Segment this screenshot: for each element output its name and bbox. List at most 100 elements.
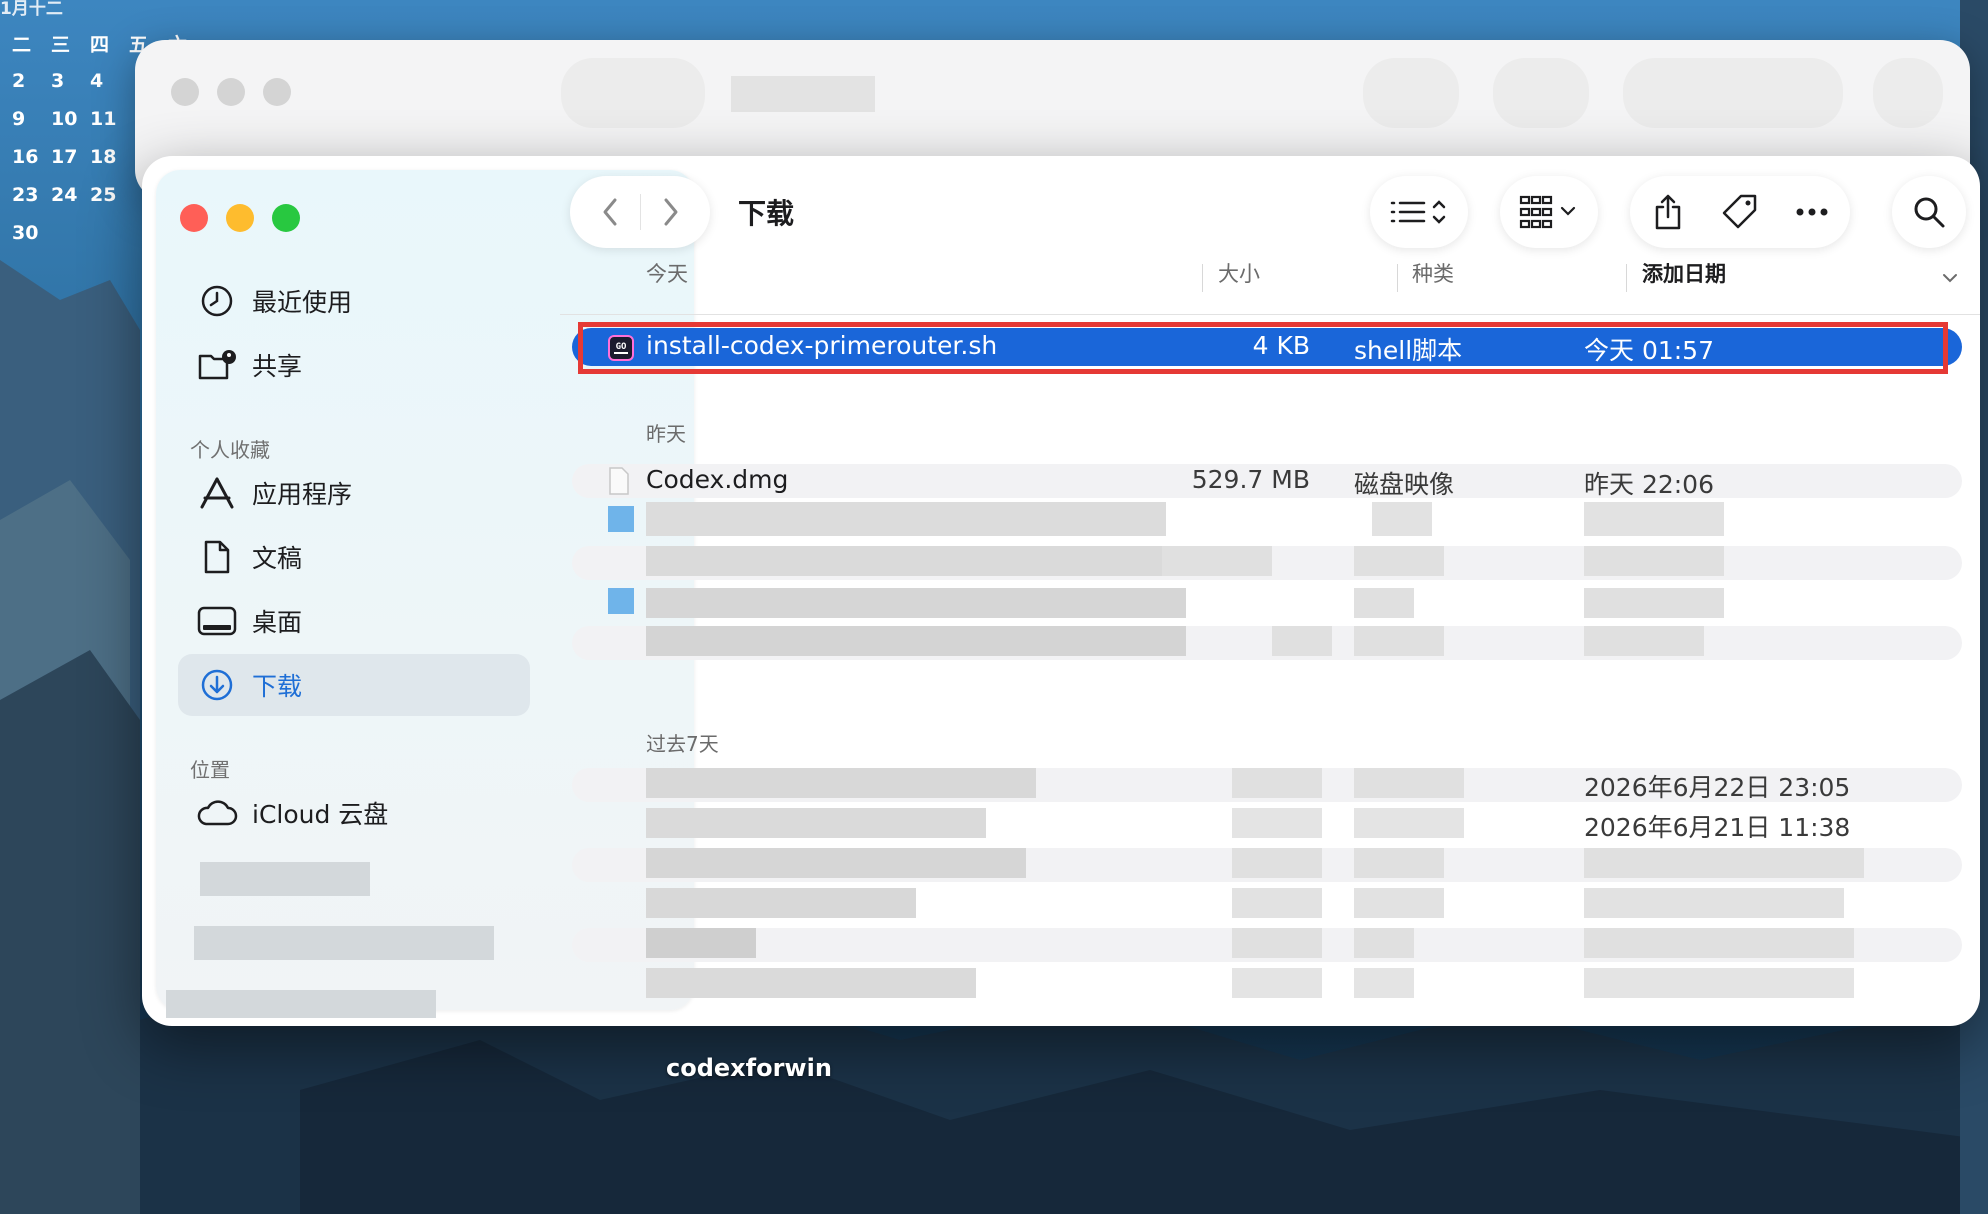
sidebar-item-label: 文稿 <box>252 544 303 573</box>
back-forward-pill[interactable] <box>561 58 705 128</box>
file-row-blurred[interactable] <box>572 888 1962 922</box>
column-header-name[interactable]: 今天 <box>646 258 688 288</box>
more-button[interactable] <box>1776 207 1848 217</box>
sidebar-item-label: 下载 <box>252 672 303 701</box>
desktop-icon <box>196 600 238 642</box>
header-divider <box>560 314 1980 315</box>
sidebar-item-shared[interactable]: 共享 <box>178 334 533 396</box>
file-row[interactable]: 2026年6月22日 23:05 <box>572 768 1962 802</box>
calendar-title: 1月十二 <box>0 0 63 19</box>
actions-pill[interactable] <box>1623 58 1843 128</box>
file-row-blurred[interactable] <box>572 502 1962 540</box>
file-row-blurred[interactable] <box>572 928 1962 962</box>
calendar-week: 23 24 25 <box>12 184 129 206</box>
tag-icon <box>1722 194 1757 229</box>
day: 23 <box>12 184 39 206</box>
shared-folder-icon <box>196 344 238 386</box>
file-date: 2026年6月21日 11:38 <box>1584 813 1851 842</box>
calendar-week: 16 17 18 <box>12 146 129 168</box>
day: 10 <box>51 108 78 130</box>
close-button-inactive[interactable] <box>171 78 199 106</box>
file-name: Codex.dmg <box>646 465 789 494</box>
file-date: 2026年6月22日 23:05 <box>1584 773 1851 802</box>
group-header-past7: 过去7天 <box>646 732 719 756</box>
navigation-pill <box>570 176 710 248</box>
column-header-size[interactable]: 大小 <box>1218 258 1260 288</box>
window-title: 下载 <box>738 197 795 230</box>
sidebar-item-label: iCloud 云盘 <box>252 800 389 829</box>
zoom-button-inactive[interactable] <box>263 78 291 106</box>
file-row[interactable]: Codex.dmg 529.7 MB 磁盘映像 昨天 22:06 <box>572 464 1962 499</box>
column-divider[interactable] <box>1626 264 1627 292</box>
ellipsis-icon <box>1796 208 1828 216</box>
file-row-blurred[interactable] <box>572 546 1962 580</box>
file-size: 529.7 MB <box>1191 465 1310 494</box>
tag-button[interactable] <box>1704 193 1776 231</box>
view-options-pill[interactable] <box>1363 58 1459 128</box>
sidebar-item-recents[interactable]: 最近使用 <box>178 270 533 332</box>
zoom-button[interactable] <box>272 204 300 232</box>
share-icon <box>1655 194 1681 230</box>
day: 4 <box>90 70 104 92</box>
dmg-file-icon <box>608 467 630 495</box>
file-date: 昨天 22:06 <box>1584 470 1714 499</box>
day: 24 <box>51 184 78 206</box>
list-view-icon <box>1390 200 1446 224</box>
group-header-yesterday: 昨天 <box>646 422 686 446</box>
sidebar-item-label: 最近使用 <box>252 288 353 317</box>
column-divider[interactable] <box>1202 264 1203 292</box>
search-pill[interactable] <box>1873 58 1943 128</box>
file-row-blurred[interactable] <box>572 588 1962 622</box>
column-divider[interactable] <box>1397 264 1398 292</box>
day: 25 <box>90 184 117 206</box>
desktop-folder-label[interactable]: codexforwin <box>666 1054 832 1082</box>
file-row-blurred[interactable] <box>572 848 1962 882</box>
column-header-date-added[interactable]: 添加日期 <box>1642 258 1726 288</box>
chevron-down-icon[interactable] <box>1942 272 1958 284</box>
minimize-button[interactable] <box>226 204 254 232</box>
close-button[interactable] <box>180 204 208 232</box>
file-kind: 磁盘映像 <box>1354 470 1455 499</box>
day: 16 <box>12 146 39 168</box>
search-icon <box>1914 197 1945 228</box>
sidebar-item-downloads[interactable]: 下载 <box>178 654 530 716</box>
file-row-blurred[interactable] <box>572 968 1962 1002</box>
blurred-sidebar-item[interactable] <box>166 990 436 1018</box>
back-button[interactable] <box>580 196 640 228</box>
group-pill[interactable] <box>1493 58 1589 128</box>
calendar-week: 30 <box>12 222 51 244</box>
view-options-button[interactable] <box>1370 176 1468 248</box>
day: 2 <box>12 70 26 92</box>
applications-icon <box>196 472 238 514</box>
day: 3 <box>51 70 65 92</box>
file-row[interactable]: 2026年6月21日 11:38 <box>572 808 1962 842</box>
file-row-blurred[interactable] <box>572 626 1962 660</box>
sidebar-item-desktop[interactable]: 桌面 <box>178 590 533 652</box>
blurred-sidebar-item[interactable] <box>200 862 370 896</box>
day: 11 <box>90 108 117 130</box>
share-button[interactable] <box>1632 193 1704 231</box>
sidebar-item-applications[interactable]: 应用程序 <box>178 462 533 524</box>
minimize-button-inactive[interactable] <box>217 78 245 106</box>
chevron-right-icon <box>664 198 677 226</box>
favorites-section-header: 个人收藏 <box>190 438 270 462</box>
column-header-kind[interactable]: 种类 <box>1412 258 1454 288</box>
grid-group-icon <box>1519 195 1576 229</box>
weekday: 三 <box>51 34 71 56</box>
sidebar-item-documents[interactable]: 文稿 <box>178 526 533 588</box>
chevron-left-icon <box>603 198 616 226</box>
search-button[interactable] <box>1892 176 1966 248</box>
sidebar-item-icloud[interactable]: iCloud 云盘 <box>178 782 533 844</box>
day: 30 <box>12 222 39 244</box>
download-icon <box>196 664 238 706</box>
group-by-button[interactable] <box>1500 176 1598 248</box>
day: 9 <box>12 108 26 130</box>
locations-section-header: 位置 <box>190 758 230 782</box>
blurred-title <box>731 76 875 112</box>
forward-button[interactable] <box>641 196 701 228</box>
blurred-sidebar-item[interactable] <box>194 926 494 960</box>
weekday: 四 <box>90 34 110 56</box>
highlight-annotation-box <box>578 322 1948 374</box>
finder-window[interactable]: 最近使用 共享 个人收藏 应用程序 文稿 桌面 下载 位置 iCloud 云盘 … <box>142 156 1980 1026</box>
document-icon <box>196 536 238 578</box>
